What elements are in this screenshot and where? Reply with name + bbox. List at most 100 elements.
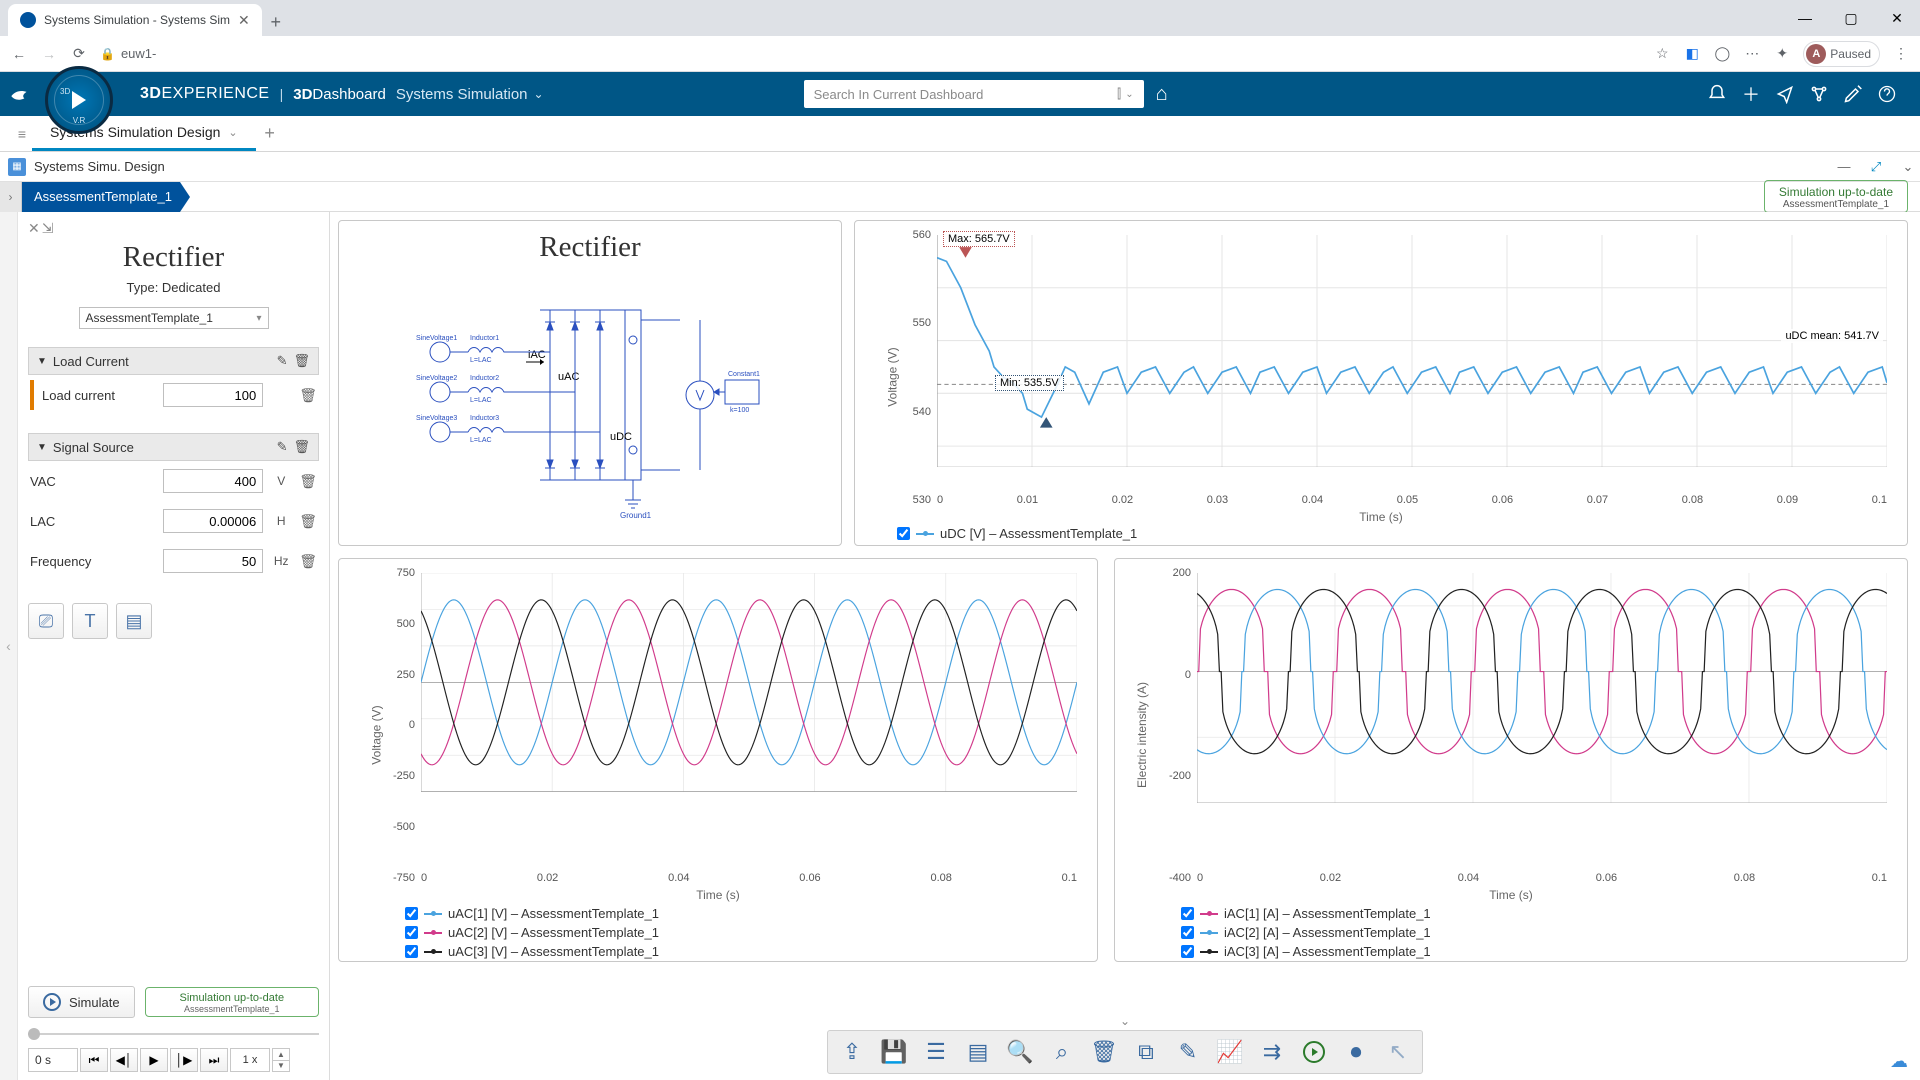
copy-icon[interactable]: ⧉	[1126, 1032, 1166, 1072]
filter-icon[interactable]: ⫿	[1117, 86, 1121, 102]
trash-icon[interactable]: 🗑	[1084, 1032, 1124, 1072]
window-minimize[interactable]: —	[1782, 0, 1828, 36]
brand-dashboard[interactable]: 3DDashboard	[293, 86, 386, 103]
udc-chart[interactable]	[937, 235, 1887, 467]
app-name-dropdown[interactable]: Systems Simulation ⌄	[396, 86, 544, 103]
iac-chart[interactable]	[1197, 573, 1887, 803]
breadcrumb-item[interactable]: AssessmentTemplate_1	[22, 182, 180, 212]
lac-input[interactable]	[163, 509, 263, 533]
zoom-icon[interactable]: ⌕	[1042, 1032, 1082, 1072]
chart-icon[interactable]: 📈	[1210, 1032, 1250, 1072]
panel-minimize-icon[interactable]: —	[1832, 159, 1856, 174]
save-icon[interactable]: 💾	[874, 1032, 914, 1072]
extension-icon[interactable]: ◧	[1683, 45, 1701, 63]
legend-row: iAC[3] [A] – AssessmentTemplate_1	[1181, 944, 1895, 959]
tab-close-icon[interactable]: ✕	[238, 12, 250, 29]
nav-reload-icon[interactable]: ⟳	[70, 45, 88, 63]
dashboard-search[interactable]: Search In Current Dashboard ⫿ ⌄	[804, 80, 1144, 108]
list-icon[interactable]: ☰	[916, 1032, 956, 1072]
kebab-icon[interactable]: ⋮	[1892, 45, 1910, 63]
legend-checkbox[interactable]	[405, 907, 418, 920]
table-icon[interactable]: ▤	[958, 1032, 998, 1072]
panel-shrink-icon[interactable]: ⇲	[42, 220, 54, 237]
speed-spinner[interactable]: ▲▼	[272, 1048, 290, 1072]
circle-icon[interactable]: ◯	[1713, 45, 1731, 63]
notifications-icon[interactable]	[1700, 77, 1734, 111]
sidebar-toggle-icon[interactable]: ≡	[12, 126, 32, 142]
add-tab-button[interactable]: +	[256, 116, 284, 151]
flow-icon[interactable]: ⇉	[1252, 1032, 1292, 1072]
share-icon[interactable]	[1768, 77, 1802, 111]
run-icon[interactable]	[1294, 1032, 1334, 1072]
vac-input[interactable]	[163, 469, 263, 493]
forward-full-button[interactable]: ⏭	[200, 1048, 228, 1072]
compass-badge[interactable]: 3D V.R	[45, 66, 113, 134]
collapse-triangle-icon[interactable]: ▼	[37, 442, 47, 453]
slider-thumb[interactable]	[28, 1028, 40, 1040]
browser-tab[interactable]: Systems Simulation - Systems Sim ✕	[8, 4, 262, 36]
tab-favicon	[20, 12, 36, 28]
load-current-input[interactable]	[163, 383, 263, 407]
left-collapse-handle[interactable]: ‹	[0, 212, 18, 1080]
legend-checkbox[interactable]	[1181, 926, 1194, 939]
legend-checkbox[interactable]	[897, 527, 910, 540]
add-icon[interactable]: ＋	[1734, 77, 1768, 111]
text-button[interactable]: T	[72, 603, 108, 639]
help-icon[interactable]	[1870, 77, 1904, 111]
chevron-down-icon[interactable]: ⌄	[228, 126, 237, 139]
network-icon[interactable]	[1802, 77, 1836, 111]
edit-icon[interactable]: ✎	[277, 439, 288, 455]
section-load-current[interactable]: ▼ Load Current ✎ 🗑	[28, 347, 319, 375]
panel-menu-icon[interactable]: ⌄	[1896, 159, 1920, 175]
legend-checkbox[interactable]	[1181, 945, 1194, 958]
legend-checkbox[interactable]	[1181, 907, 1194, 920]
layout-button[interactable]: ▤	[116, 603, 152, 639]
edit-icon[interactable]: ✎	[277, 353, 288, 369]
step-back-button[interactable]: ◀│	[110, 1048, 138, 1072]
collapse-toolbar-icon[interactable]: ⌄	[1120, 1014, 1130, 1028]
cursor-icon[interactable]: ↖	[1378, 1032, 1418, 1072]
delete-icon[interactable]: 🗑	[299, 513, 317, 530]
more-icon[interactable]: ⋯	[1743, 45, 1761, 63]
collapse-triangle-icon[interactable]: ▼	[37, 356, 47, 367]
uac-chart[interactable]	[421, 573, 1077, 792]
legend-checkbox[interactable]	[405, 926, 418, 939]
panel-collapse-icon[interactable]: ⤢	[1864, 159, 1888, 175]
record-icon[interactable]: ⏺	[1336, 1032, 1376, 1072]
legend-checkbox[interactable]	[405, 945, 418, 958]
frequency-input[interactable]	[163, 549, 263, 573]
ds-logo[interactable]	[0, 72, 40, 116]
simulate-button[interactable]: Simulate	[28, 986, 135, 1018]
draw-icon[interactable]: ✎	[1168, 1032, 1208, 1072]
star-icon[interactable]: ☆	[1653, 45, 1671, 63]
rewind-full-button[interactable]: ⏮	[80, 1048, 108, 1072]
delete-icon[interactable]: 🗑	[299, 473, 317, 490]
address-bar[interactable]: 🔒 euw1-	[100, 46, 156, 61]
search-icon[interactable]: 🔍	[1000, 1032, 1040, 1072]
section-signal-source[interactable]: ▼ Signal Source ✎ 🗑	[28, 433, 319, 461]
tag-icon[interactable]: ⌂	[1156, 83, 1168, 106]
nav-back-icon[interactable]: ←	[10, 45, 28, 63]
step-forward-button[interactable]: │▶	[170, 1048, 198, 1072]
nav-forward-icon[interactable]: →	[40, 45, 58, 63]
delete-icon[interactable]: 🗑	[293, 439, 310, 455]
window-close[interactable]: ✕	[1874, 0, 1920, 36]
play-button[interactable]: ▶	[140, 1048, 168, 1072]
chevron-down-icon[interactable]: ⌄	[1125, 89, 1133, 100]
new-tab-button[interactable]: +	[262, 8, 290, 36]
delete-icon[interactable]: 🗑	[299, 553, 317, 570]
add-variable-button[interactable]: ⎚	[28, 603, 64, 639]
window-maximize[interactable]: ▢	[1828, 0, 1874, 36]
template-selector[interactable]: AssessmentTemplate_1 ▾	[79, 307, 269, 329]
puzzle-icon[interactable]: ✦	[1773, 45, 1791, 63]
time-slider[interactable]	[28, 1028, 319, 1040]
breadcrumb-root-icon[interactable]: ›	[0, 182, 22, 212]
export-icon[interactable]: ⇪	[832, 1032, 872, 1072]
profile-pill[interactable]: A Paused	[1803, 41, 1880, 67]
panel-close-icon[interactable]: ✕	[28, 220, 40, 237]
delete-icon[interactable]: 🗑	[299, 387, 317, 404]
edit-icon[interactable]	[1836, 77, 1870, 111]
schematic-diagram[interactable]: SineVoltage1 SineVoltage2 SineVoltage3 I…	[410, 264, 770, 535]
delete-icon[interactable]: 🗑	[293, 353, 310, 369]
info-badge-icon[interactable]: ☁	[1886, 1048, 1912, 1074]
